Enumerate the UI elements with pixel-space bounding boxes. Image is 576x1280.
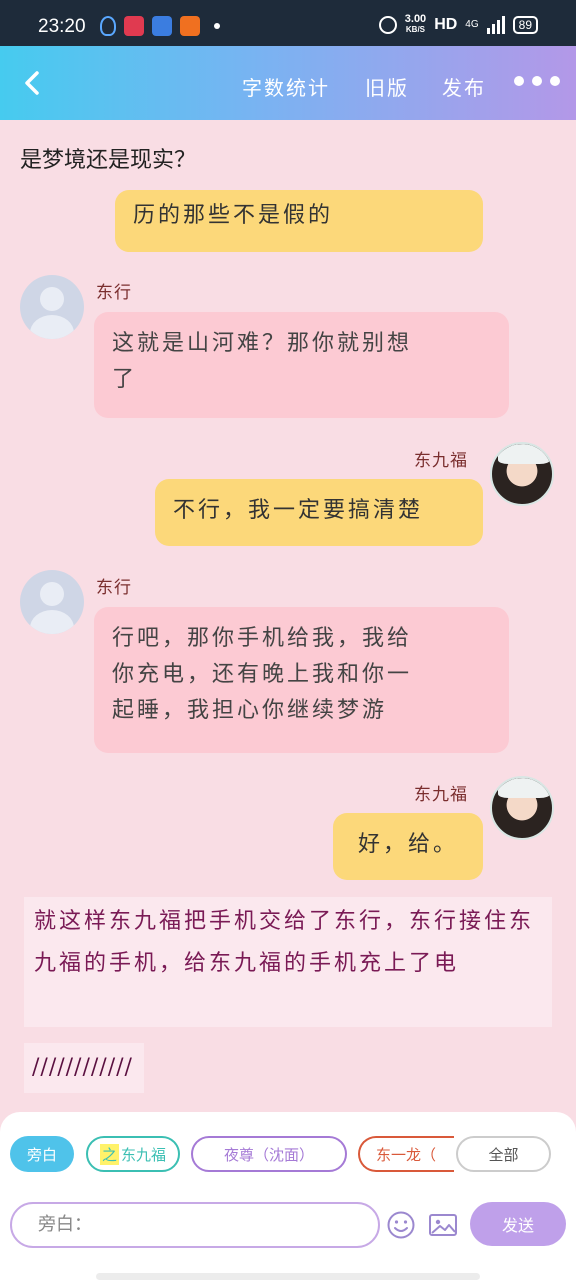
chip-highlight: 之 xyxy=(99,1143,119,1165)
avatar[interactable] xyxy=(490,442,554,506)
speed-value: 3.00 xyxy=(404,13,427,25)
speed-unit: KB/S xyxy=(405,25,426,34)
composer-panel: 旁白 之 东九福 夜尊（沈面） 东一龙（ 全部 旁白： 发送 xyxy=(0,1112,576,1280)
more-options-icon[interactable] xyxy=(514,76,560,86)
qq-icon xyxy=(100,16,116,36)
top-nav: 字数统计 旧版 发布 xyxy=(0,46,576,120)
grid-app-icon xyxy=(180,16,200,36)
signal-icon xyxy=(486,15,505,34)
narration-block[interactable]: 就这样东九福把手机交给了东行，东行接住东九福的手机，给东九福的手机充上了电 xyxy=(24,897,552,1027)
avatar[interactable] xyxy=(490,776,554,840)
message-text-line: 你充电，还有晚上我和你一 xyxy=(112,662,413,687)
role-chip[interactable]: 夜尊（沈面） xyxy=(191,1136,347,1172)
signal-type: 4G xyxy=(465,19,479,30)
back-button[interactable] xyxy=(18,68,46,98)
hd-indicator: HD xyxy=(434,15,458,33)
message-bubble[interactable]: 行吧，那你手机给我，我给 你充电，还有晚上我和你一 起睡，我担心你继续梦游 xyxy=(94,607,509,753)
message-text: 好，给。 xyxy=(357,832,458,857)
message-text: 不行，我一定要搞清楚 xyxy=(173,498,424,523)
notification-icons xyxy=(100,16,220,36)
game-app-icon xyxy=(152,16,172,36)
message-text: 历的那些不是假的 xyxy=(133,203,334,228)
message-bubble[interactable]: 这就是山河难？那你就别想 了 xyxy=(94,312,509,418)
role-selector: 旁白 之 东九福 夜尊（沈面） 东一龙（ 全部 xyxy=(0,1132,576,1178)
more-notifications-icon xyxy=(214,23,220,29)
send-button[interactable]: 发送 xyxy=(470,1202,566,1246)
status-time: 23:20 xyxy=(38,16,86,37)
image-icon[interactable] xyxy=(428,1210,458,1240)
chip-label: 东一龙（ xyxy=(376,1145,437,1164)
avatar[interactable] xyxy=(20,570,84,634)
message-input[interactable]: 旁白： xyxy=(10,1202,380,1248)
chip-label: 全部 xyxy=(488,1145,519,1164)
role-chip[interactable]: 东一龙（ xyxy=(358,1136,454,1172)
sender-name: 东九福 xyxy=(414,451,468,471)
chapter-title: 是梦境还是现实？ xyxy=(20,148,197,173)
old-version-link[interactable]: 旧版 xyxy=(365,72,409,101)
publish-link[interactable]: 发布 xyxy=(442,72,486,101)
narration-block[interactable]: //////////// xyxy=(24,1043,144,1093)
network-speed: 3.00 KB/S xyxy=(405,14,426,35)
message-text-line: 这就是山河难？那你就别想 xyxy=(112,331,413,356)
status-bar: 23:20 3.00 KB/S HD 4G 89 xyxy=(0,0,576,46)
system-status: 3.00 KB/S HD 4G 89 xyxy=(378,14,538,35)
all-roles-chip[interactable]: 全部 xyxy=(456,1136,551,1172)
word-count-link[interactable]: 字数统计 xyxy=(242,72,330,101)
alarm-icon xyxy=(378,15,397,34)
avatar[interactable] xyxy=(20,275,84,339)
home-indicator[interactable] xyxy=(96,1273,480,1280)
chat-area[interactable]: 是梦境还是现实？ 历的那些不是假的 东行 这就是山河难？那你就别想 了 东九福 … xyxy=(0,120,576,1112)
chip-label: 东九福 xyxy=(121,1145,167,1164)
message-text-line: 行吧，那你手机给我，我给 xyxy=(112,626,413,651)
role-chip-narration[interactable]: 旁白 xyxy=(10,1136,74,1172)
sender-name: 东行 xyxy=(96,578,132,598)
message-bubble[interactable]: 历的那些不是假的 xyxy=(115,190,483,252)
sender-name: 东行 xyxy=(96,283,132,303)
role-chip[interactable]: 之 东九福 xyxy=(86,1136,180,1172)
message-bubble[interactable]: 不行，我一定要搞清楚 xyxy=(155,479,483,546)
chip-label: 夜尊（沈面） xyxy=(223,1145,314,1164)
message-bubble[interactable]: 好，给。 xyxy=(333,813,483,880)
battery-icon: 89 xyxy=(512,15,538,34)
message-text-line: 了 xyxy=(112,367,138,392)
sender-name: 东九福 xyxy=(414,785,468,805)
chevron-left-icon xyxy=(25,71,39,95)
message-text-line: 起睡，我担心你继续梦游 xyxy=(112,698,388,723)
emoji-icon[interactable] xyxy=(386,1210,416,1240)
video-app-icon xyxy=(124,16,144,36)
input-row: 旁白： 发送 xyxy=(0,1200,576,1252)
